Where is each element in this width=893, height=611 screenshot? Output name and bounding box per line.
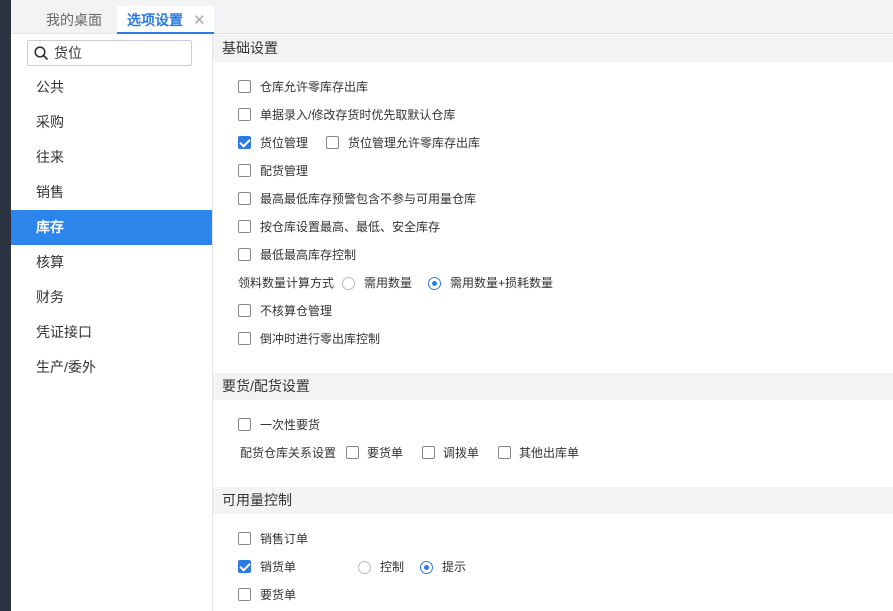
radio-label: 需用数量+损耗数量 bbox=[450, 276, 554, 290]
option-label: 一次性要货 bbox=[260, 418, 321, 432]
checkbox[interactable] bbox=[238, 80, 251, 93]
option-label: 单据录入/修改存货时优先取默认仓库 bbox=[260, 108, 456, 122]
sidebar-item-purchase[interactable]: 采购 bbox=[11, 105, 212, 140]
checkbox[interactable] bbox=[238, 332, 251, 345]
tab-options-settings[interactable]: 选项设置 ✕ bbox=[117, 6, 214, 34]
checkbox[interactable] bbox=[238, 588, 251, 601]
sidebar-item-accounts[interactable]: 往来 bbox=[11, 140, 212, 175]
sidebar-item-public[interactable]: 公共 bbox=[11, 70, 212, 105]
app-left-strip bbox=[0, 0, 11, 611]
checkbox-checked[interactable] bbox=[238, 136, 251, 149]
section-available-header: 可用量控制 bbox=[213, 487, 893, 514]
checkbox[interactable] bbox=[238, 248, 251, 261]
checkbox[interactable] bbox=[238, 164, 251, 177]
radio-label: 提示 bbox=[442, 560, 467, 574]
option-label: 倒冲时进行零出库控制 bbox=[260, 332, 381, 346]
radio[interactable] bbox=[342, 277, 355, 290]
search-icon bbox=[34, 46, 49, 61]
search-input[interactable]: 货位 bbox=[27, 40, 192, 66]
sidebar-item-production[interactable]: 生产/委外 bbox=[11, 350, 212, 385]
checkbox[interactable] bbox=[326, 136, 339, 149]
option-label: 最高最低库存预警包含不参与可用量仓库 bbox=[260, 192, 477, 206]
checkbox[interactable] bbox=[238, 304, 251, 317]
sidebar-item-finance[interactable]: 财务 bbox=[11, 280, 212, 315]
tab-bar: 我的桌面 选项设置 ✕ bbox=[11, 0, 893, 34]
checkbox[interactable] bbox=[238, 220, 251, 233]
option-label: 调拨单 bbox=[443, 446, 480, 460]
calc-method-label: 领料数量计算方式 bbox=[238, 276, 335, 290]
radio[interactable] bbox=[358, 561, 371, 574]
search-value: 货位 bbox=[54, 45, 82, 61]
close-icon[interactable]: ✕ bbox=[193, 12, 206, 29]
option-label: 货位管理允许零库存出库 bbox=[348, 136, 481, 150]
section-basic-header: 基础设置 bbox=[213, 35, 893, 62]
option-label: 销货单 bbox=[260, 560, 297, 574]
checkbox[interactable] bbox=[238, 108, 251, 121]
sidebar-item-sales[interactable]: 销售 bbox=[11, 175, 212, 210]
relation-settings-label: 配货仓库关系设置 bbox=[240, 446, 337, 460]
radio-label: 控制 bbox=[380, 560, 405, 574]
checkbox[interactable] bbox=[346, 446, 359, 459]
option-label: 仓库允许零库存出库 bbox=[260, 80, 369, 94]
tab-options-settings-label: 选项设置 bbox=[127, 12, 183, 28]
option-label: 要货单 bbox=[367, 446, 404, 460]
radio-label: 需用数量 bbox=[364, 276, 413, 290]
checkbox[interactable] bbox=[238, 418, 251, 431]
option-label: 要货单 bbox=[260, 588, 297, 602]
section-demand-header: 要货/配货设置 bbox=[213, 373, 893, 400]
sidebar-item-costing[interactable]: 核算 bbox=[11, 245, 212, 280]
checkbox[interactable] bbox=[498, 446, 511, 459]
radio-selected[interactable] bbox=[428, 277, 441, 290]
checkbox[interactable] bbox=[238, 192, 251, 205]
option-label: 货位管理 bbox=[260, 136, 309, 150]
option-label: 配货管理 bbox=[260, 164, 309, 178]
option-label: 最低最高库存控制 bbox=[260, 248, 357, 262]
sidebar-item-inventory[interactable]: 库存 bbox=[11, 210, 212, 245]
checkbox[interactable] bbox=[238, 532, 251, 545]
option-label: 销售订单 bbox=[260, 532, 309, 546]
checkbox-checked[interactable] bbox=[238, 560, 251, 573]
option-label: 其他出库单 bbox=[519, 446, 580, 460]
checkbox[interactable] bbox=[422, 446, 435, 459]
radio-selected[interactable] bbox=[420, 561, 433, 574]
option-label: 按仓库设置最高、最低、安全库存 bbox=[260, 220, 441, 234]
option-label: 不核算仓管理 bbox=[260, 304, 333, 318]
sidebar: 货位 公共 采购 往来 销售 库存 核算 财务 凭证接口 生产/委外 bbox=[11, 35, 213, 611]
tab-my-desktop[interactable]: 我的桌面 bbox=[46, 6, 102, 34]
sidebar-item-voucher-interface[interactable]: 凭证接口 bbox=[11, 315, 212, 350]
